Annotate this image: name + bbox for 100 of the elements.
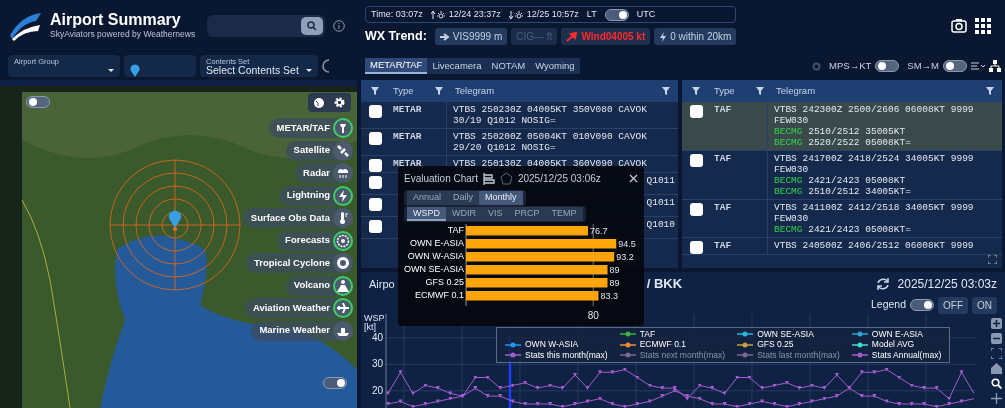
- location-pin-icon[interactable]: [169, 210, 181, 231]
- wx-trend-chip[interactable]: Wind04005 kt: [561, 28, 651, 46]
- zoom-out-icon[interactable]: [990, 333, 1002, 344]
- lightning-icon: [659, 31, 668, 42]
- zoom-in-icon[interactable]: [990, 318, 1002, 329]
- data-label: 89: [609, 265, 620, 275]
- element-tab[interactable]: WSPD: [407, 207, 446, 221]
- legend-toggle[interactable]: [910, 299, 934, 311]
- category-label: GFS 0.25: [425, 277, 464, 288]
- checkbox[interactable]: [689, 105, 703, 118]
- wx-trend-chip[interactable]: VIS9999 m: [434, 28, 508, 46]
- element-tab[interactable]: PRCP: [508, 207, 546, 221]
- table-cell: METAR: [393, 131, 422, 142]
- info-icon[interactable]: [333, 20, 346, 32]
- toggle-switch[interactable]: [943, 60, 967, 72]
- pan-icon[interactable]: [990, 393, 1002, 404]
- chart-time: 2025/12/25 03:03z: [897, 276, 997, 293]
- layer-button[interactable]: METAR/TAF: [268, 118, 353, 138]
- search-field[interactable]: [207, 15, 326, 37]
- globe-icon[interactable]: [313, 96, 325, 109]
- element-tab[interactable]: WDIR: [446, 207, 482, 221]
- on-button[interactable]: ON: [972, 296, 997, 314]
- bar-chart-icon[interactable]: [482, 172, 495, 185]
- checkbox[interactable]: [368, 176, 382, 189]
- checkbox[interactable]: [689, 154, 703, 167]
- legend-label: GFS 0.25: [757, 338, 794, 351]
- search-button[interactable]: [301, 17, 324, 35]
- filter-icon[interactable]: [692, 87, 700, 95]
- network-icon[interactable]: [989, 60, 1001, 72]
- category-label: OWN W-ASIA: [407, 251, 464, 262]
- element-tab[interactable]: VIS: [482, 207, 509, 221]
- close-icon[interactable]: [629, 174, 638, 183]
- layer-button[interactable]: Surface Obs Data: [242, 208, 353, 228]
- checkbox[interactable]: [368, 159, 382, 172]
- camera-icon[interactable]: [951, 18, 967, 34]
- data-label: 94.5: [618, 239, 636, 249]
- period-tab[interactable]: Annual: [407, 191, 448, 205]
- toggle-switch[interactable]: [323, 377, 347, 389]
- cyclone-icon: [336, 256, 350, 270]
- airport-field[interactable]: [124, 55, 196, 77]
- layer-button[interactable]: Tropical Cyclone: [245, 253, 353, 273]
- checkbox[interactable]: [368, 132, 382, 145]
- caret-icon: [108, 69, 114, 72]
- table-row[interactable]: TAF VTBS 241700Z 2418/2524 34005KT 9999 FEW030 BECMG 2421/2423 05008KT BECMG 2510/2512 34005KT=: [682, 151, 1002, 200]
- arrow-icon: [439, 32, 450, 41]
- data-label: 83.3: [600, 291, 618, 301]
- refresh-icon[interactable]: [875, 277, 890, 291]
- table-row[interactable]: TAF VTBS 240500Z 2406/2512 06008KT 9999: [682, 238, 1002, 255]
- tab[interactable]: METAR/TAF: [365, 58, 428, 74]
- settings-icon[interactable]: [333, 96, 346, 109]
- chart-title: / BKK: [646, 275, 683, 294]
- y-tick-label: 20: [371, 384, 383, 397]
- column-header: Type: [393, 83, 414, 98]
- legend-label: Stats last month(max): [757, 348, 840, 362]
- period-tab[interactable]: Monthly: [479, 191, 523, 205]
- off-button[interactable]: OFF: [938, 296, 968, 314]
- legend-label: Model AVG: [871, 338, 915, 351]
- table-cell: METAR: [393, 158, 422, 169]
- tab[interactable]: Wyoming: [530, 58, 580, 74]
- filter-icon[interactable]: [662, 87, 670, 95]
- category-label: OWN E-ASIA: [410, 238, 464, 249]
- checkbox[interactable]: [689, 241, 703, 254]
- data-label: 89: [609, 278, 620, 288]
- tab[interactable]: Livecamera: [427, 58, 487, 74]
- table-row[interactable]: TAF VTBS 242300Z 2500/2606 06008KT 9999 FEW030 BECMG 2510/2512 35005KT BECMG 2520/2522 05008KT=: [682, 102, 1002, 151]
- checkbox[interactable]: [368, 105, 382, 118]
- filter-icon[interactable]: [986, 87, 994, 95]
- checkbox[interactable]: [368, 198, 382, 211]
- home-icon[interactable]: [990, 363, 1002, 374]
- checkbox[interactable]: [689, 203, 703, 216]
- legend-label: OWN W-ASIA: [525, 338, 579, 351]
- expand-icon[interactable]: [988, 255, 997, 264]
- plane-icon: [336, 301, 350, 315]
- wx-trend-chip[interactable]: 0 within 20km: [654, 28, 737, 46]
- layer-button[interactable]: Aviation Weather: [244, 298, 353, 318]
- list-icon[interactable]: [971, 61, 985, 71]
- time-mode-label: LT: [586, 7, 597, 21]
- toggle-switch[interactable]: [26, 96, 50, 108]
- axis-label: WSP [kt]: [364, 314, 386, 332]
- table-row[interactable]: METAR VTBS 250230Z 04005KT 350V080 CAVOK 30/19 Q1012 NOSIG=: [361, 102, 678, 129]
- chart-title: Airpo: [369, 276, 395, 292]
- fit-icon[interactable]: [990, 348, 1002, 359]
- filter-icon[interactable]: [371, 87, 379, 95]
- category-label: OWN SE-ASIA: [404, 264, 464, 275]
- table-row[interactable]: TAF VTBS 241100Z 2412/2518 34005KT 9999 FEW030 BECMG 2421/2423 05008KT=: [682, 200, 1002, 238]
- layer-button[interactable]: Radar: [295, 163, 353, 183]
- toggle-switch[interactable]: [875, 60, 900, 72]
- table-row[interactable]: METAR VTBS 250200Z 05004KT 010V090 CAVOK 29/20 Q1012 NOSIG=: [361, 129, 678, 156]
- checkbox[interactable]: [368, 220, 382, 233]
- search-icon[interactable]: [990, 378, 1002, 389]
- apps-grid-icon[interactable]: [975, 18, 991, 34]
- time-mode-toggle[interactable]: [604, 8, 629, 21]
- tab[interactable]: NOTAM: [486, 58, 531, 74]
- dotted-globe-icon: [336, 233, 350, 248]
- filter-icon[interactable]: [756, 87, 764, 95]
- element-tab[interactable]: TEMP: [545, 207, 583, 221]
- period-tab[interactable]: Daily: [447, 191, 480, 205]
- location-pin-icon: [130, 64, 140, 77]
- filter-icon[interactable]: [435, 87, 443, 95]
- legend-label: TAF: [639, 327, 656, 341]
